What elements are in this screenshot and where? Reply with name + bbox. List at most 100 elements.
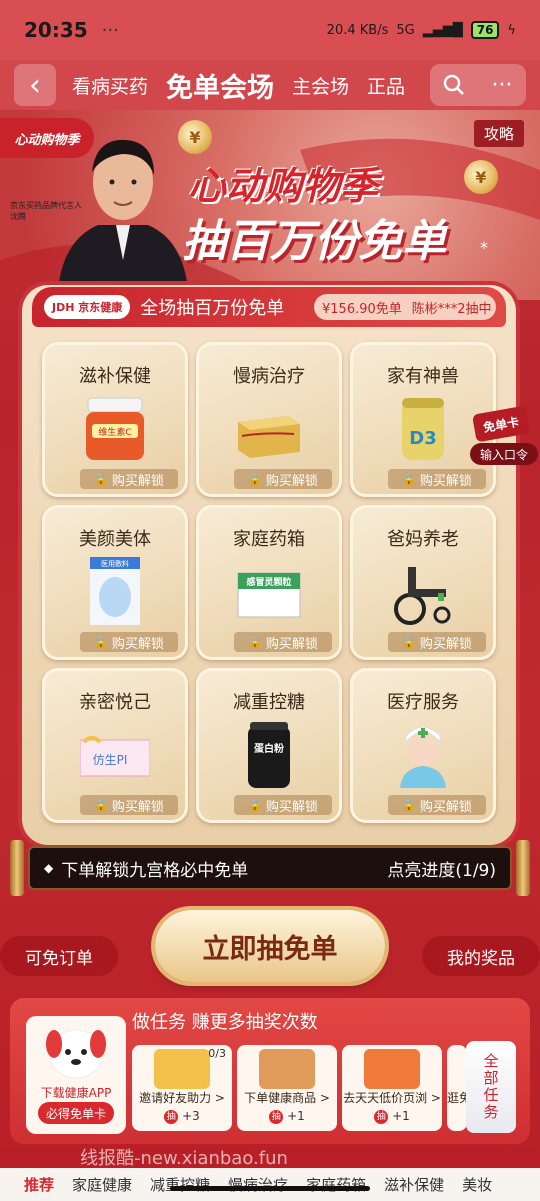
my-prizes-button[interactable]: 我的奖品	[422, 936, 540, 976]
more-icon[interactable]: ···	[478, 64, 526, 106]
d3-can-image: D3	[402, 398, 444, 460]
prize-grid: 滋补保健 维生素C 🔒 购买解锁 慢病治疗 🔒 购买解锁 家有神兽 D3 🔒 购买解锁…	[42, 342, 498, 823]
lock-icon: 🔒	[94, 798, 108, 812]
task-reward: 抽 +1	[237, 1109, 337, 1124]
nav-actions: ···	[430, 64, 526, 106]
enter-code-button[interactable]: 输入口令	[470, 443, 538, 465]
free-card-button[interactable]: 必得免单卡	[38, 1102, 114, 1124]
cell-title: 滋补保健	[79, 366, 151, 387]
wheelchair-image	[394, 567, 451, 625]
winner-ticker: ¥156.90免单 陈彬***2抽中	[314, 294, 496, 320]
protein-powder-image: 蛋白粉	[248, 722, 290, 788]
board-title: 全场抽百万份免单	[140, 298, 285, 319]
home-indicator	[170, 1186, 370, 1191]
lock-icon: 🔒	[94, 472, 108, 486]
grid-cell-zibu[interactable]: 滋补保健 维生素C 🔒 购买解锁	[42, 342, 188, 497]
cell-title: 爸妈养老	[387, 529, 459, 550]
lock-icon: 🔒	[248, 635, 262, 649]
unlock-label: 🔒 购买解锁	[234, 795, 332, 815]
svg-text:D3: D3	[409, 428, 436, 449]
task-invite[interactable]: 0/3 邀请好友助力 > 抽 +3	[132, 1045, 232, 1131]
task-stroll[interactable]: 逛免	[447, 1045, 467, 1131]
ticker-amount: ¥156.90免单	[322, 301, 402, 317]
unlock-label: 🔒 购买解锁	[80, 632, 178, 652]
draw-free-button[interactable]: 立即抽免单	[155, 910, 385, 982]
unlock-label: 🔒 购买解锁	[80, 469, 178, 489]
pillar-right	[516, 840, 530, 896]
spokesperson-name: 沈腾	[10, 212, 26, 221]
category-tabs: 推荐 家庭健康 减重控糖 慢病治疗 家庭药箱 滋补保健 美妆	[0, 1168, 540, 1201]
unlock-label: 🔒 购买解锁	[234, 632, 332, 652]
task-browse[interactable]: 去天天低价页浏 > 抽 +1	[342, 1045, 442, 1131]
category-tab[interactable]: 滋补保健	[384, 1174, 444, 1195]
progress-text: 下单解锁九宫格必中免单	[61, 860, 249, 881]
grid-cell-jianzhong[interactable]: 减重控糖 蛋白粉 🔒 购买解锁	[196, 668, 342, 823]
svg-text:仿生PI: 仿生PI	[93, 753, 128, 767]
board-header: JDH 京东健康 全场抽百万份免单 ¥156.90免单 陈彬***2抽中	[32, 287, 506, 327]
pillar-left	[10, 840, 24, 896]
cell-title: 家有神兽	[387, 366, 459, 387]
unlock-progress-bar: ◆ 下单解锁九宫格必中免单 点亮进度(1/9)	[28, 846, 512, 890]
task-label: 邀请好友助力 >	[139, 1091, 225, 1105]
search-icon[interactable]	[430, 64, 478, 106]
headline-asterisk: *	[480, 238, 488, 257]
back-button[interactable]: ‹	[14, 64, 56, 106]
joy-dog-mascot-icon	[46, 1029, 106, 1079]
grid-cell-yiliao[interactable]: 医疗服务 🔒 购买解锁	[350, 668, 496, 823]
headline-secondary: 抽百万份免单	[182, 216, 446, 267]
status-dots: ···	[101, 19, 119, 41]
top-nav: ‹ 看病买药 免单会场 主会场 正品 ···	[0, 60, 540, 110]
category-tab[interactable]: 家庭健康	[72, 1174, 132, 1195]
progress-status: 点亮进度(1/9)	[387, 860, 496, 881]
task-order[interactable]: 下单健康商品 > 抽 +1	[237, 1045, 337, 1131]
download-app-label: 下载健康APP	[40, 1086, 112, 1100]
all-tasks-button[interactable]: 全部任务	[466, 1041, 516, 1133]
face-mask-image: 医用敷料	[90, 557, 140, 625]
tab-kanbing[interactable]: 看病买药	[72, 72, 148, 99]
category-tab[interactable]: 减重控糖	[150, 1174, 210, 1195]
unlock-label: 🔒 购买解锁	[234, 469, 332, 489]
sale-tag-icon	[364, 1049, 420, 1089]
diamond-icon: ◆	[44, 861, 54, 875]
category-tab[interactable]: 推荐	[24, 1174, 54, 1195]
status-time: 20:35	[24, 18, 88, 42]
strategy-button[interactable]: 攻略	[473, 120, 524, 147]
grid-cell-yaoxiang[interactable]: 家庭药箱 感冒灵颗粒 🔒 购买解锁	[196, 505, 342, 660]
unlock-label: 🔒 购买解锁	[388, 469, 486, 489]
grid-cell-yanglao[interactable]: 爸妈养老 🔒 购买解锁	[350, 505, 496, 660]
medicine-box-image	[238, 416, 300, 458]
lock-icon: 🔒	[248, 472, 262, 486]
cell-title: 家庭药箱	[233, 529, 305, 550]
download-app-card[interactable]: 下载健康APP 必得免单卡	[26, 1016, 126, 1134]
category-tab[interactable]: 慢病治疗	[228, 1174, 288, 1195]
status-bar: 20:35 ··· 20.4 KB/s 5G ▂▄▆█ 76 ϟ	[0, 0, 540, 60]
cell-title: 慢病治疗	[233, 366, 305, 387]
ticker-user: 陈彬***2抽中	[411, 301, 492, 317]
category-tab[interactable]: 家庭药箱	[306, 1174, 366, 1195]
headline-primary: 心动购物季	[188, 164, 379, 208]
svg-text:蛋白粉: 蛋白粉	[254, 742, 284, 755]
watermark: 线报酷-new.xianbao.fun	[80, 1148, 288, 1169]
lock-icon: 🔒	[402, 798, 416, 812]
grid-cell-manbing[interactable]: 慢病治疗 🔒 购买解锁	[196, 342, 342, 497]
grid-cell-meiyan[interactable]: 美颜美体 医用敷料 🔒 购买解锁	[42, 505, 188, 660]
category-tab[interactable]: 美妆	[462, 1174, 492, 1195]
cell-title: 减重控糖	[233, 692, 305, 713]
invite-phone-icon	[154, 1049, 210, 1089]
task-label: 下单健康商品 >	[244, 1091, 330, 1105]
tab-zhuhuichang[interactable]: 主会场	[292, 72, 349, 99]
cell-title: 医疗服务	[387, 692, 459, 713]
vitamin-c-jar-image: 维生素C	[86, 397, 144, 460]
tab-zhengpin[interactable]: 正品	[367, 72, 405, 99]
draw-chance-icon: 抽	[269, 1109, 284, 1124]
draw-chance-icon: 抽	[374, 1109, 389, 1124]
draw-chance-icon: 抽	[164, 1109, 179, 1124]
coin-icon: ¥	[464, 160, 498, 194]
tab-miandan[interactable]: 免单会场	[166, 66, 274, 105]
free-orders-button[interactable]: 可免订单	[0, 936, 118, 976]
grid-cell-qinmi[interactable]: 亲密悦己 仿生PI 🔒 购买解锁	[42, 668, 188, 823]
bionic-pi-box-image: 仿生PI	[80, 736, 150, 777]
cell-title: 亲密悦己	[79, 692, 151, 713]
cell-title: 美颜美体	[79, 529, 151, 550]
spokesperson-caption: 京东买药品牌代言人 沈腾	[10, 200, 82, 222]
